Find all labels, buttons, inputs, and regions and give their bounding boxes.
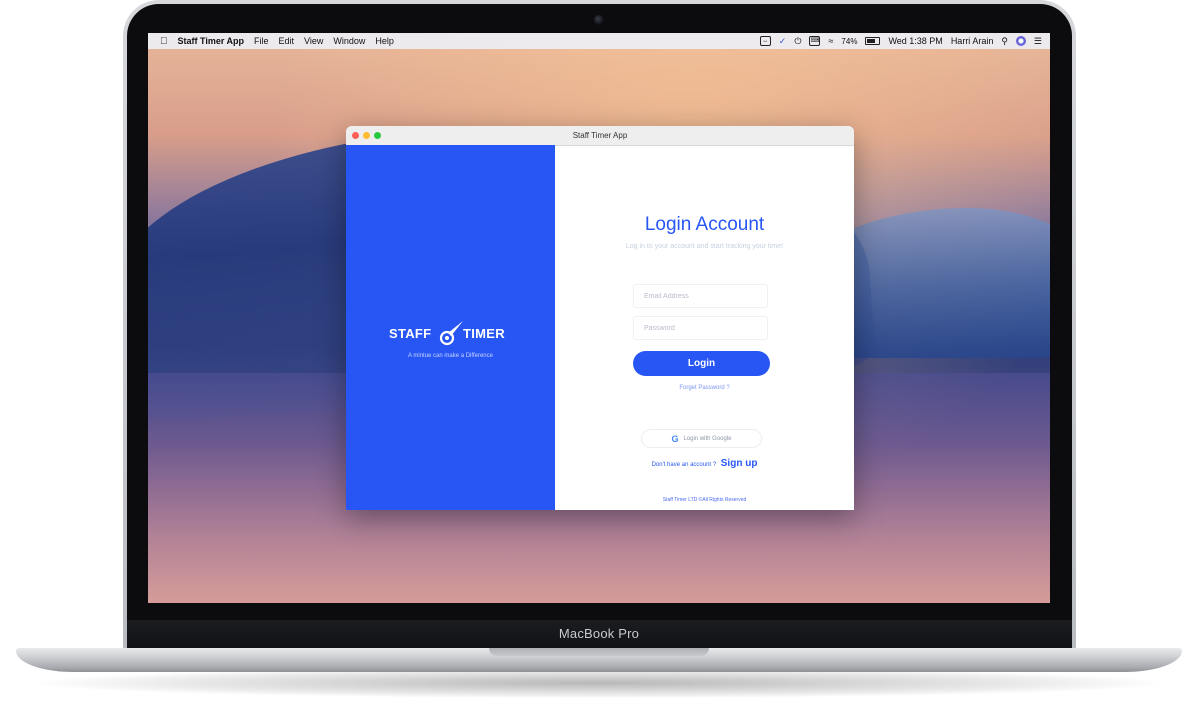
logo-text-left: STAFF bbox=[389, 326, 432, 341]
page-title: Login Account bbox=[644, 214, 765, 235]
menu-app-name[interactable]: Staff Timer App bbox=[178, 36, 245, 46]
minimize-window-button[interactable] bbox=[363, 132, 370, 139]
footer-copyright: Staff Timer LTD ©All Rights Reserved bbox=[662, 497, 747, 503]
device-brand-label: MacBook Pro bbox=[558, 626, 640, 641]
zoom-window-button[interactable] bbox=[374, 132, 381, 139]
pen-icon[interactable]: ✓ bbox=[779, 36, 787, 47]
spotlight-search-icon[interactable]: ⚲ bbox=[1001, 36, 1008, 47]
laptop-opening-notch bbox=[489, 648, 709, 656]
page-subtitle: Log in to your account and start trackin… bbox=[625, 243, 784, 250]
window-title: Staff Timer App bbox=[572, 131, 628, 140]
email-field[interactable] bbox=[633, 284, 768, 308]
menu-window[interactable]: Window bbox=[333, 36, 365, 46]
menu-help[interactable]: Help bbox=[375, 36, 394, 46]
no-account-text: Don't have an account ? bbox=[651, 462, 717, 468]
signup-link[interactable]: Sign up bbox=[721, 458, 758, 469]
app-window: Staff Timer App STAFF TIMER A mintue can… bbox=[346, 126, 854, 510]
user-name[interactable]: Harri Arain bbox=[951, 36, 994, 46]
clock[interactable]: Wed 1:38 PM bbox=[888, 36, 942, 46]
menu-file[interactable]: File bbox=[254, 36, 269, 46]
desktop-screen:  Staff Timer App File Edit View Window … bbox=[148, 33, 1050, 603]
power-icon[interactable]: ⏻ bbox=[794, 36, 801, 47]
menu-view[interactable]: View bbox=[304, 36, 323, 46]
brand-panel: STAFF TIMER A mintue can make a Differen… bbox=[346, 145, 555, 510]
logo-text-right: TIMER bbox=[463, 326, 505, 341]
wifi-icon[interactable]: ≈ bbox=[828, 36, 833, 46]
forgot-password-link[interactable]: Forget Password ? bbox=[555, 385, 854, 391]
password-field[interactable] bbox=[633, 316, 768, 340]
brand-tagline: A mintue can make a Difference bbox=[408, 353, 493, 359]
battery-icon[interactable] bbox=[865, 37, 881, 45]
battery-percent[interactable]: 74% bbox=[841, 37, 857, 46]
keyboard-icon[interactable]: ⌨ bbox=[809, 36, 821, 46]
stopwatch-hand-icon bbox=[439, 321, 463, 346]
window-titlebar: Staff Timer App bbox=[346, 126, 854, 146]
signup-row: Don't have an account ? Sign up bbox=[555, 458, 854, 469]
staff-timer-logo: STAFF TIMER bbox=[389, 320, 513, 346]
google-login-label: Login with Google bbox=[683, 435, 732, 442]
login-button[interactable]: Login bbox=[633, 351, 770, 376]
google-login-button[interactable]: G Login with Google bbox=[641, 429, 762, 448]
close-window-button[interactable] bbox=[352, 132, 359, 139]
google-icon: G bbox=[671, 433, 679, 444]
laptop-shadow bbox=[40, 668, 1158, 698]
siri-icon[interactable] bbox=[1015, 36, 1026, 46]
teamviewer-icon[interactable]: ↔ bbox=[759, 36, 771, 46]
login-panel: Login Account Log in to your account and… bbox=[555, 145, 854, 510]
notification-center-icon[interactable]: ☰ bbox=[1034, 36, 1042, 47]
menu-edit[interactable]: Edit bbox=[279, 36, 295, 46]
apple-icon[interactable]:  bbox=[160, 36, 168, 47]
camera-icon bbox=[594, 15, 604, 25]
menu-bar:  Staff Timer App File Edit View Window … bbox=[148, 33, 1050, 49]
